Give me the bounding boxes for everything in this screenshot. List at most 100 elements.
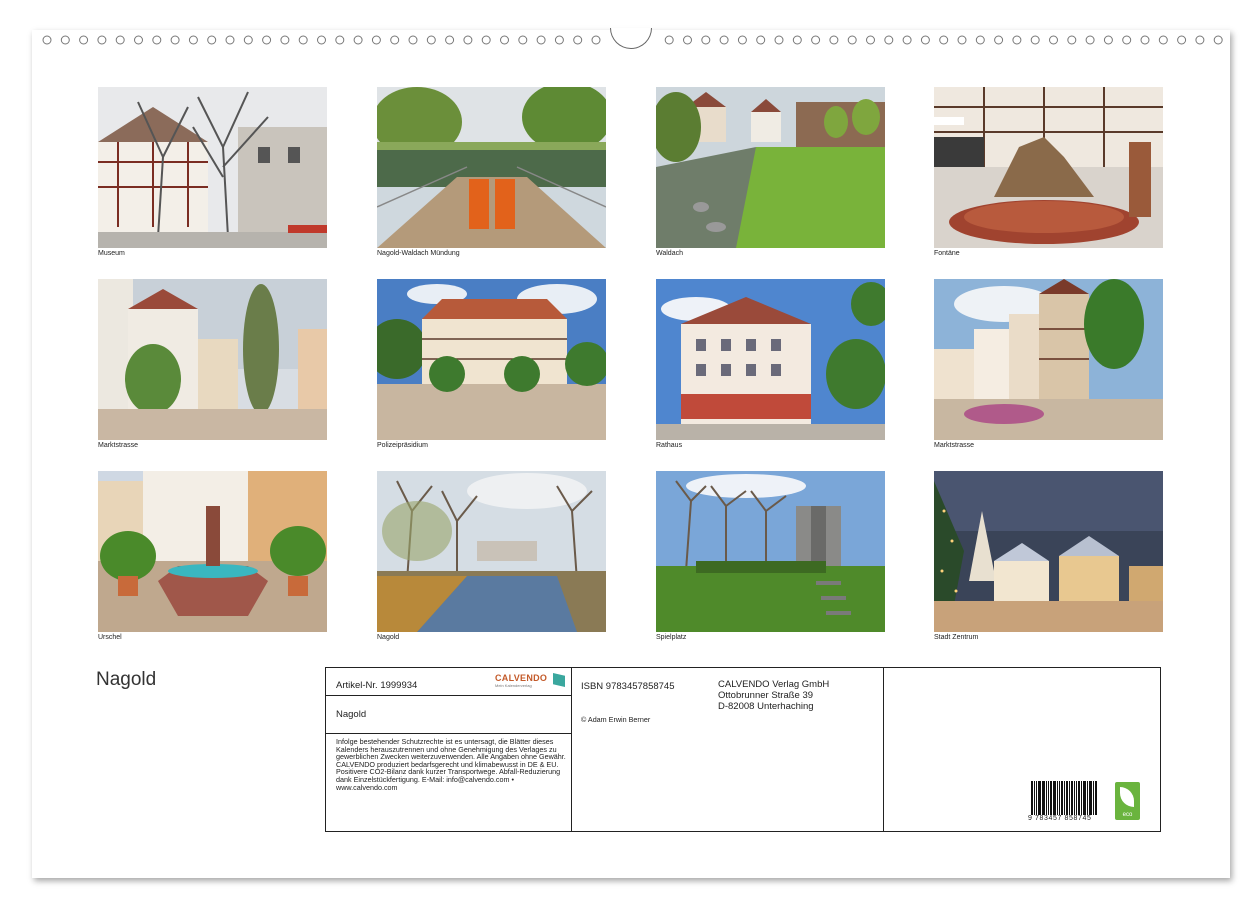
barcode-bar xyxy=(1074,781,1076,815)
binding-hole xyxy=(1067,35,1077,45)
leaf-icon xyxy=(1120,787,1134,807)
info-column-publisher: ISBN 9783457858745 © Adam Erwin Berner C… xyxy=(572,668,884,831)
binding-hole xyxy=(1140,35,1150,45)
barcode-bar xyxy=(1086,781,1088,815)
binding-hole xyxy=(1030,35,1040,45)
barcode-bar xyxy=(1031,781,1033,815)
photo-townhall xyxy=(656,279,885,440)
binding-hole xyxy=(792,35,802,45)
legal-notice: Infolge bestehender Schutzrechte ist es … xyxy=(336,737,566,792)
photo-stream xyxy=(656,87,885,248)
photo-street-poplar xyxy=(98,279,327,440)
photo-caption: Fontäne xyxy=(934,250,960,257)
binding-hole xyxy=(683,35,692,45)
binding-hole xyxy=(884,35,894,45)
binding-hole xyxy=(847,35,857,45)
info-column-article: Artikel-Nr. 1999934 CALVENDO Mein Kalend… xyxy=(326,668,572,831)
photo-caption: Nagold-Waldach Mündung xyxy=(377,250,460,257)
calendar-back-page: Museum Nagold-Waldach Mündung Waldach Fo… xyxy=(32,28,1230,878)
barcode-bar xyxy=(1095,781,1098,815)
photo-night-square xyxy=(934,471,1163,632)
calvendo-logo: CALVENDO Mein Kalenderverlag xyxy=(495,673,565,691)
binding-hole xyxy=(866,35,875,45)
binding-hole xyxy=(518,35,528,45)
photo-big-building xyxy=(377,279,606,440)
barcode-bar xyxy=(1041,781,1043,815)
barcode-bar xyxy=(1035,781,1037,815)
photo-museum xyxy=(98,87,327,248)
binding-hole xyxy=(664,35,674,45)
binding-hole xyxy=(957,35,967,45)
photo-statue-fountain xyxy=(98,471,327,632)
barcode-bar xyxy=(1063,781,1065,815)
binding-hole xyxy=(701,35,711,45)
publisher-name: CALVENDO Verlag GmbH xyxy=(718,679,830,690)
binding-hole xyxy=(445,35,455,45)
binding-hole xyxy=(335,35,345,45)
binding-hole xyxy=(774,35,784,45)
binding-hole xyxy=(500,35,509,45)
copyright: © Adam Erwin Berner xyxy=(581,715,651,724)
binding-hole xyxy=(60,35,70,45)
photo-caption: Marktstrasse xyxy=(98,442,139,449)
binding-hole xyxy=(262,35,272,45)
barcode-bar xyxy=(1082,781,1086,815)
barcode-bar xyxy=(1058,781,1060,815)
binding-hole xyxy=(1213,35,1223,45)
barcode-bar xyxy=(1056,781,1058,815)
article-number: Artikel-Nr. 1999934 xyxy=(336,680,418,691)
publisher-info-box: Artikel-Nr. 1999934 CALVENDO Mein Kalend… xyxy=(325,667,1161,832)
info-title: Nagold xyxy=(336,709,367,720)
binding-hole xyxy=(1012,35,1022,45)
binding-hole xyxy=(207,35,217,45)
binding-hole xyxy=(42,35,52,45)
binding-hole xyxy=(243,35,253,45)
binding-hole xyxy=(756,35,766,45)
barcode-bar xyxy=(1078,781,1080,815)
binding-hole xyxy=(134,35,143,45)
barcode-bar xyxy=(1065,781,1069,815)
isbn: ISBN 9783457858745 xyxy=(581,681,675,692)
binding-hole xyxy=(1103,35,1113,45)
barcode-number: 9 783457 858745 xyxy=(1028,815,1092,822)
barcode-bar xyxy=(1053,781,1056,815)
binding-hole xyxy=(298,35,308,45)
barcode-bar xyxy=(1080,781,1082,815)
binding-hole xyxy=(353,35,363,45)
photo-caption: Museum xyxy=(98,250,125,257)
barcode-bar xyxy=(1043,781,1046,815)
photo-caption: Stadt Zentrum xyxy=(934,634,979,641)
photo-caption: Urschel xyxy=(98,634,122,641)
photo-river-autumn xyxy=(377,471,606,632)
binding-hole xyxy=(225,35,235,45)
binding-hole xyxy=(811,35,821,45)
binding-hole xyxy=(902,35,912,45)
calendar-title: Nagold xyxy=(96,669,157,690)
photo-caption: Marktstrasse xyxy=(934,442,975,449)
barcode-bar xyxy=(1060,781,1063,815)
barcode-bar xyxy=(1048,781,1050,815)
binding-hole xyxy=(591,35,601,45)
binding-hole xyxy=(280,35,290,45)
binding-hole xyxy=(188,35,198,45)
binding-hole xyxy=(994,35,1004,45)
barcode-bar xyxy=(1050,781,1053,815)
binding-hole xyxy=(408,35,418,45)
binding-hole xyxy=(371,35,381,45)
binding-hole xyxy=(481,35,491,45)
photo-river-bridge xyxy=(377,87,606,248)
binding-hole xyxy=(97,35,107,45)
eco-label-text: eco xyxy=(1122,812,1133,818)
binding-hole xyxy=(536,35,546,45)
photo-halftimbered-row xyxy=(934,279,1163,440)
barcode-bar xyxy=(1037,781,1041,815)
barcode-bar xyxy=(1033,781,1035,815)
photo-park-tower xyxy=(656,471,885,632)
barcode xyxy=(1031,781,1098,815)
binding-hole xyxy=(170,35,180,45)
article-row: Artikel-Nr. 1999934 CALVENDO Mein Kalend… xyxy=(326,668,571,696)
binding-hole xyxy=(390,35,400,45)
eco-label-icon: eco xyxy=(1115,782,1140,820)
binding-hole xyxy=(1049,35,1058,45)
photo-caption: Polizeipräsidium xyxy=(377,442,428,449)
